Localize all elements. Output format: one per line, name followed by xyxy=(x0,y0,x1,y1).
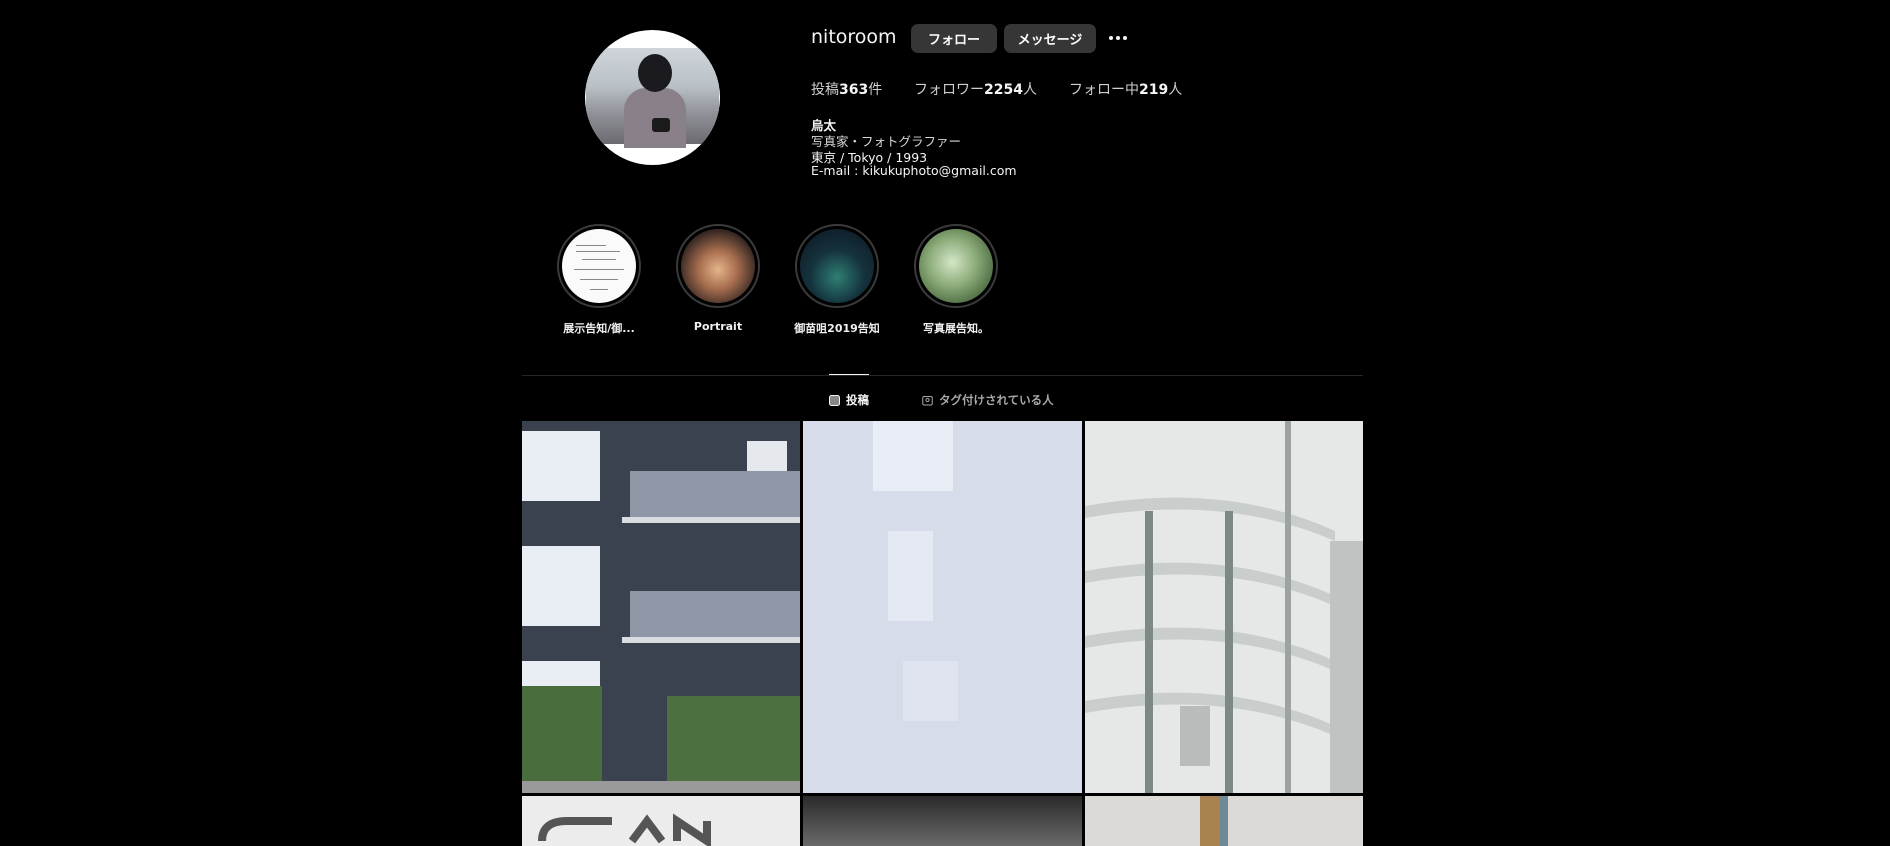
post-thumbnail[interactable] xyxy=(1085,421,1363,793)
highlight-item[interactable]: Portrait xyxy=(658,224,778,333)
post-image xyxy=(1085,421,1363,793)
highlight-item[interactable]: 御苗咀2019告知 xyxy=(777,224,897,336)
post-thumbnail[interactable] xyxy=(1085,796,1363,846)
post-thumbnail[interactable] xyxy=(522,796,800,846)
highlight-label: Portrait xyxy=(693,320,743,333)
tabs-divider xyxy=(522,375,1363,376)
highlight-label: 展示告知/御... xyxy=(563,322,635,335)
highlight-ring xyxy=(795,224,879,308)
post-image xyxy=(522,421,800,793)
posts-stat: 投稿 363 件 xyxy=(811,82,883,98)
post-image xyxy=(522,796,800,846)
highlight-cover xyxy=(681,229,755,303)
post-thumbnail[interactable] xyxy=(803,796,1082,846)
highlight-item[interactable]: 展示告知/御... xyxy=(539,224,659,336)
post-thumbnail[interactable] xyxy=(803,421,1082,793)
message-button[interactable]: メッセージ xyxy=(1004,24,1096,53)
followers-stat[interactable]: フォロワー 2254 人 xyxy=(914,79,1037,99)
highlight-label: 写真展告知。 xyxy=(923,322,989,335)
tagged-icon xyxy=(922,395,933,405)
avatar-photo xyxy=(586,48,719,148)
highlight-ring xyxy=(914,224,998,308)
active-tab-indicator xyxy=(829,374,869,375)
profile-username: nitoroom xyxy=(811,26,897,48)
tab-posts-label: 投稿 xyxy=(846,393,869,407)
highlight-item[interactable]: 写真展告知。 xyxy=(896,224,1016,336)
tab-tagged[interactable]: タグ付けされている人 xyxy=(922,392,1054,408)
post-thumbnail[interactable] xyxy=(522,421,800,793)
highlight-cover xyxy=(562,229,636,303)
highlight-label: 御苗咀2019告知 xyxy=(794,322,880,335)
tab-tagged-label: タグ付けされている人 xyxy=(939,393,1054,407)
highlight-cover xyxy=(800,229,874,303)
profile-avatar[interactable] xyxy=(585,30,720,165)
more-options-icon[interactable] xyxy=(1105,28,1131,48)
following-stat[interactable]: フォロー中 219 人 xyxy=(1069,79,1182,99)
tab-posts[interactable]: 投稿 xyxy=(829,392,869,408)
highlight-ring xyxy=(676,224,760,308)
grid-icon xyxy=(829,394,840,406)
follow-button[interactable]: フォロー xyxy=(911,24,997,53)
highlight-ring xyxy=(557,224,641,308)
post-image xyxy=(1085,796,1363,846)
bio-email: E-mail : kikukuphoto@gmail.com xyxy=(811,163,1017,178)
post-image xyxy=(803,421,1082,793)
highlight-cover xyxy=(919,229,993,303)
